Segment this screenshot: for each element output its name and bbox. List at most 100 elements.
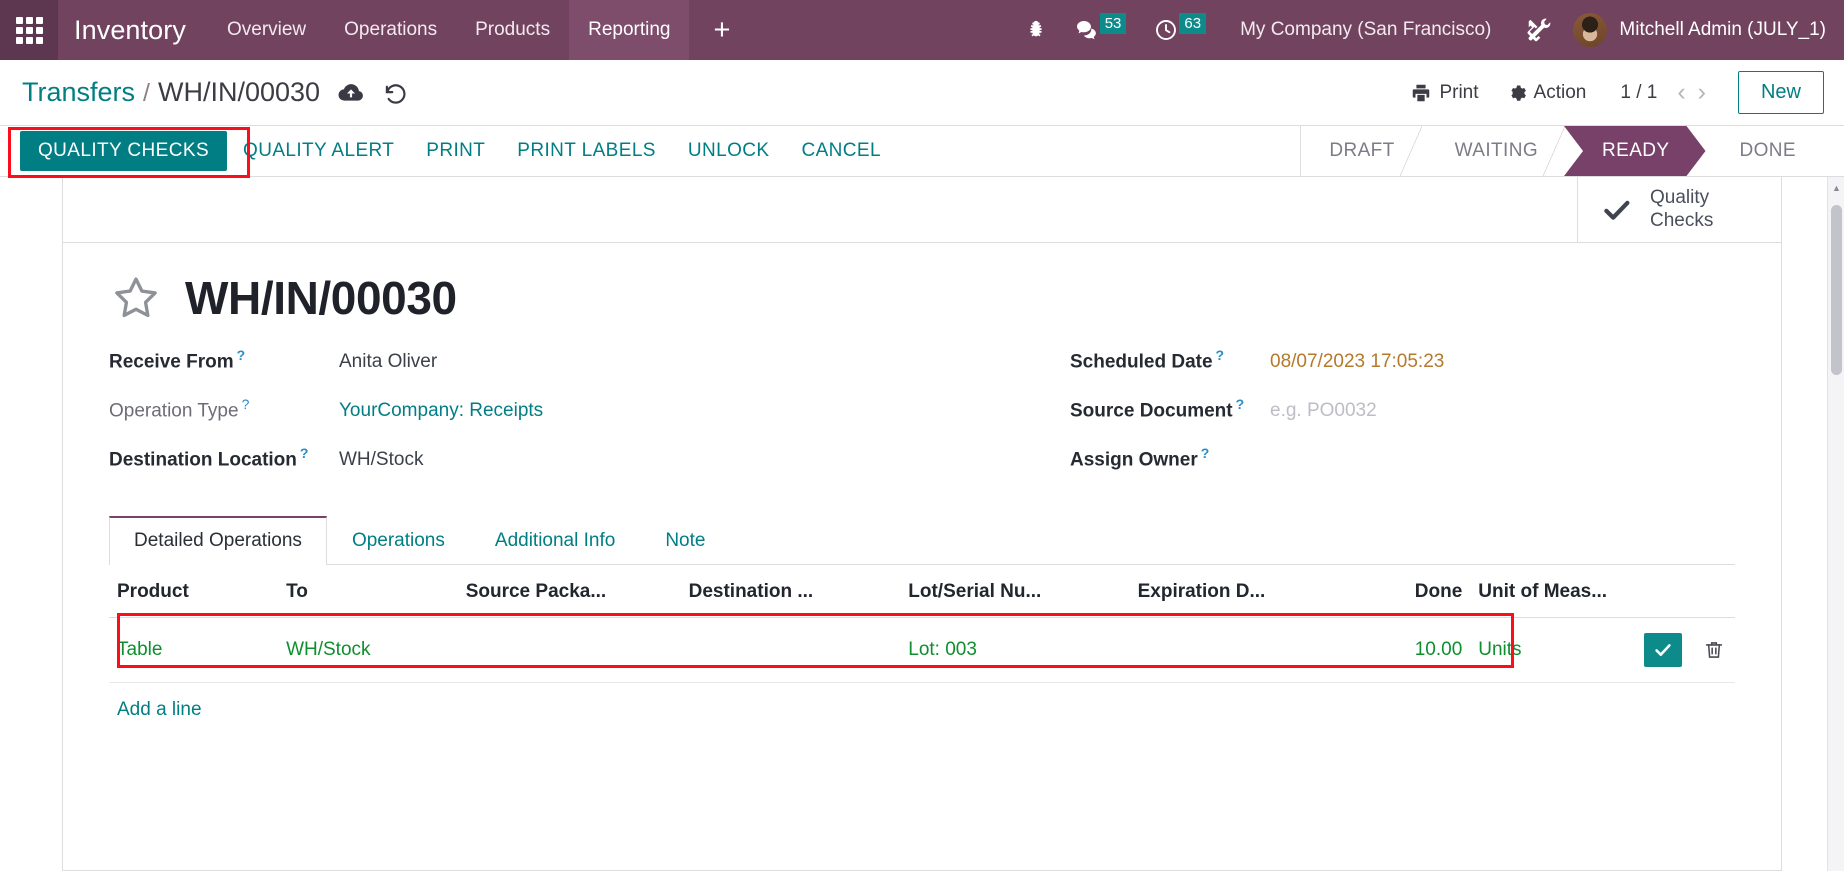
help-icon-source-document[interactable]: ? <box>1236 396 1245 412</box>
table-row[interactable]: Table WH/Stock Lot: 003 10.00 Units <box>109 617 1735 683</box>
pager-previous-button[interactable]: ‹ <box>1671 80 1691 105</box>
smart-button-quality-checks[interactable]: Quality Checks <box>1577 177 1781 242</box>
tools-icon <box>1527 18 1551 42</box>
new-record-button[interactable]: New <box>1737 71 1824 114</box>
cell-expiration-date[interactable] <box>1129 617 1370 683</box>
nav-menu-products[interactable]: Products <box>456 0 569 60</box>
row-confirm-button[interactable] <box>1643 633 1682 667</box>
quality-checks-button[interactable]: QUALITY CHECKS <box>20 131 228 171</box>
form-fields-left-column: Receive From? Anita Oliver Operation Typ… <box>109 347 922 494</box>
messages-button[interactable]: 53 <box>1061 0 1141 60</box>
detailed-operations-list: Product To Source Packa... Destination .… <box>109 565 1735 737</box>
star-outline-icon[interactable] <box>109 271 163 325</box>
column-header-done[interactable]: Done <box>1369 565 1471 618</box>
undo-icon <box>385 83 406 104</box>
label-text-source-document: Source Document <box>1070 400 1233 422</box>
cloud-upload-icon <box>338 83 363 101</box>
label-text-operation-type: Operation Type <box>109 400 239 422</box>
cell-row-actions <box>1627 617 1735 683</box>
vertical-scrollbar[interactable]: ▲ <box>1827 177 1844 871</box>
action-menu-button[interactable]: Action <box>1505 82 1586 104</box>
field-assign-owner: Assign Owner? <box>1070 445 1695 494</box>
cell-product[interactable]: Table <box>109 617 279 683</box>
cell-lot-serial[interactable]: Lot: 003 <box>900 617 1130 683</box>
cell-done[interactable]: 10.00 <box>1369 617 1471 683</box>
apps-menu-button[interactable] <box>0 0 58 60</box>
tab-operations[interactable]: Operations <box>327 516 470 565</box>
tab-note[interactable]: Note <box>640 516 730 565</box>
column-header-product[interactable]: Product <box>109 565 279 618</box>
unlock-button[interactable]: UNLOCK <box>672 131 786 171</box>
tab-additional-info[interactable]: Additional Info <box>470 516 640 565</box>
help-icon-assign-owner[interactable]: ? <box>1201 445 1210 461</box>
help-icon-receive-from[interactable]: ? <box>237 347 246 363</box>
status-step-waiting[interactable]: WAITING <box>1420 126 1566 176</box>
pager-value: 1 / 1 <box>1620 81 1658 103</box>
cancel-button[interactable]: CANCEL <box>785 131 896 171</box>
column-header-lot-serial[interactable]: Lot/Serial Nu... <box>900 565 1130 618</box>
notebook: Detailed Operations Operations Additiona… <box>109 516 1735 737</box>
field-label-destination-location: Destination Location? <box>109 445 339 471</box>
column-header-source-package[interactable]: Source Packa... <box>457 565 681 618</box>
row-delete-button[interactable] <box>1703 638 1725 662</box>
save-record-button[interactable] <box>338 80 364 106</box>
table-header: Product To Source Packa... Destination .… <box>109 565 1735 618</box>
field-value-receive-from[interactable]: Anita Oliver <box>339 351 437 373</box>
field-receive-from: Receive From? Anita Oliver <box>109 347 882 396</box>
company-switcher[interactable]: My Company (San Francisco) <box>1220 19 1511 41</box>
quality-alert-button[interactable]: QUALITY ALERT <box>227 131 410 171</box>
operations-table: Product To Source Packa... Destination .… <box>109 565 1735 683</box>
activities-button[interactable]: 63 <box>1140 0 1220 60</box>
nav-menu-reporting[interactable]: Reporting <box>569 0 690 60</box>
user-avatar <box>1573 13 1608 47</box>
label-text-receive-from: Receive From <box>109 351 234 373</box>
column-header-unit-of-measure[interactable]: Unit of Meas... <box>1470 565 1628 618</box>
help-icon-destination-location[interactable]: ? <box>300 445 309 461</box>
form-button-bar: QUALITY CHECKS QUALITY ALERT PRINT PRINT… <box>0 125 1844 178</box>
field-value-source-document[interactable]: e.g. PO0032 <box>1270 400 1377 422</box>
add-a-line-button[interactable]: Add a line <box>109 683 210 737</box>
top-navbar: Inventory Overview Operations Products R… <box>0 0 1844 60</box>
check-icon <box>1604 200 1630 220</box>
discard-changes-button[interactable] <box>382 80 408 106</box>
breadcrumb-transfers[interactable]: Transfers <box>22 77 135 108</box>
cell-unit-of-measure[interactable]: Units <box>1470 617 1628 683</box>
cell-destination-package[interactable] <box>680 617 901 683</box>
status-step-done[interactable]: DONE <box>1705 126 1822 176</box>
column-header-destination-package[interactable]: Destination ... <box>680 565 901 618</box>
status-step-draft[interactable]: DRAFT <box>1301 126 1422 176</box>
user-menu-button[interactable]: Mitchell Admin (JULY_1) <box>1567 13 1844 47</box>
gear-icon <box>1510 84 1526 101</box>
label-text-destination-location: Destination Location <box>109 449 297 471</box>
debug-menu-button[interactable] <box>1011 0 1061 60</box>
pager-arrows: ‹ › <box>1671 80 1712 105</box>
help-icon-operation-type[interactable]: ? <box>242 396 250 412</box>
field-value-destination-location[interactable]: WH/Stock <box>339 449 423 471</box>
scrollbar-thumb[interactable] <box>1831 205 1842 375</box>
field-value-scheduled-date[interactable]: 08/07/2023 17:05:23 <box>1270 351 1444 373</box>
field-source-document: Source Document? e.g. PO0032 <box>1070 396 1695 445</box>
nav-menu-operations[interactable]: Operations <box>325 0 456 60</box>
field-label-operation-type: Operation Type? <box>109 396 339 422</box>
scroll-up-arrow[interactable]: ▲ <box>1828 179 1844 196</box>
field-value-operation-type[interactable]: YourCompany: Receipts <box>339 400 543 422</box>
print-labels-button[interactable]: PRINT LABELS <box>501 131 672 171</box>
form-sheet: Quality Checks WH/IN/00030 Receive From? <box>62 177 1782 871</box>
field-label-receive-from: Receive From? <box>109 347 339 373</box>
tab-detailed-operations[interactable]: Detailed Operations <box>109 516 327 565</box>
quick-add-button[interactable]: + <box>689 15 754 45</box>
cell-to[interactable]: WH/Stock <box>278 617 458 683</box>
nav-menu-overview[interactable]: Overview <box>208 0 325 60</box>
print-menu-button[interactable]: Print <box>1410 82 1479 104</box>
column-header-to[interactable]: To <box>278 565 458 618</box>
pager-next-button[interactable]: › <box>1692 80 1712 105</box>
settings-button[interactable] <box>1511 0 1567 60</box>
column-header-expiration-date[interactable]: Expiration D... <box>1129 565 1370 618</box>
status-step-ready[interactable]: READY <box>1564 126 1705 176</box>
app-brand-inventory[interactable]: Inventory <box>58 15 208 46</box>
form-body: WH/IN/00030 Receive From? Anita Oliver O… <box>63 243 1781 737</box>
column-header-actions <box>1627 565 1735 618</box>
help-icon-scheduled-date[interactable]: ? <box>1216 347 1225 363</box>
cell-source-package[interactable] <box>457 617 681 683</box>
print-button[interactable]: PRINT <box>410 131 501 171</box>
